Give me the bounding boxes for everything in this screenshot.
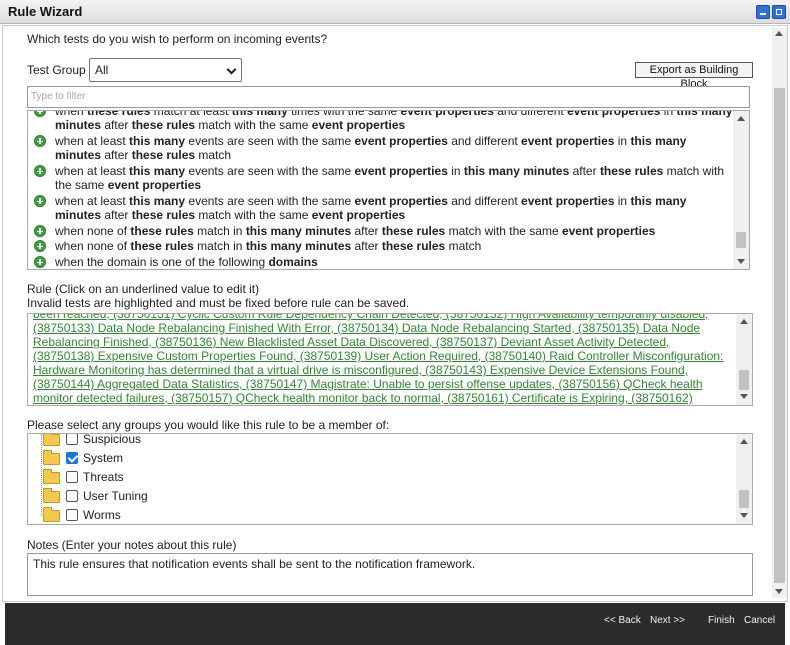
add-test-icon[interactable] [34, 225, 46, 237]
scroll-up-icon[interactable] [737, 116, 745, 121]
group-label: System [83, 451, 124, 465]
tests-list: when these rules match at least this man… [27, 110, 750, 270]
rule-scrollbar[interactable] [736, 314, 752, 405]
folder-icon [43, 434, 60, 446]
group-checkbox[interactable] [66, 452, 78, 464]
folder-icon [43, 507, 60, 522]
scroll-thumb[interactable] [739, 490, 749, 508]
scroll-down-icon[interactable] [775, 589, 783, 594]
test-group-label: Test Group [27, 63, 86, 77]
folder-icon [43, 469, 60, 484]
tree-connector [41, 434, 42, 516]
next-button[interactable]: Next >> [650, 615, 685, 626]
add-test-icon[interactable] [34, 135, 46, 147]
groups-scrollbar[interactable] [736, 434, 752, 524]
tests-question: Which tests do you wish to perform on in… [27, 32, 328, 46]
add-test-icon[interactable] [34, 111, 46, 117]
add-test-icon[interactable] [34, 195, 46, 207]
test-text: when at least this many events are seen … [55, 164, 724, 192]
groups-label: Please select any groups you would like … [27, 418, 390, 432]
tests-scrollbar[interactable] [733, 111, 749, 269]
folder-icon [43, 488, 60, 503]
groups-tree: Suspicious System Threats User Tuning Worms [27, 433, 753, 525]
rule-label: Rule (Click on an underlined value to ed… [27, 282, 410, 310]
test-text: when none of these rules match in this m… [55, 239, 482, 253]
group-label: Suspicious [83, 433, 142, 446]
add-test-icon[interactable] [34, 256, 46, 268]
back-button[interactable]: << Back [604, 615, 641, 626]
window-title: Rule Wizard [8, 4, 83, 19]
test-text: when these rules match at least this man… [55, 110, 733, 132]
add-test-icon[interactable] [34, 240, 46, 252]
cancel-button[interactable]: Cancel [744, 615, 775, 626]
chevron-down-icon [226, 64, 237, 75]
minimize-icon[interactable] [756, 5, 770, 19]
test-text: when the domain is one of the following … [55, 255, 318, 269]
add-test-icon[interactable] [34, 165, 46, 177]
rule-text-box: been reached, (38750131) Cyclic Custom R… [27, 313, 753, 406]
test-text: when none of these rules match in this m… [55, 224, 656, 238]
finish-button[interactable]: Finish [708, 615, 735, 626]
scroll-down-icon[interactable] [740, 513, 748, 518]
page-scrollbar[interactable] [772, 28, 787, 598]
test-group-select[interactable]: All [89, 58, 242, 82]
maximize-icon[interactable] [772, 5, 786, 19]
export-building-block-button[interactable]: Export as Building Block [635, 62, 753, 90]
rule-text[interactable]: been reached, (38750131) Cyclic Custom R… [33, 314, 733, 405]
test-text: when at least this many events are seen … [55, 194, 687, 222]
group-checkbox[interactable] [66, 509, 78, 521]
group-checkbox[interactable] [66, 434, 78, 445]
notes-label: Notes (Enter your notes about this rule) [27, 538, 237, 552]
test-text: when at least this many events are seen … [55, 134, 687, 162]
group-label: Worms [83, 508, 121, 522]
scroll-thumb[interactable] [774, 88, 785, 583]
scroll-down-icon[interactable] [737, 259, 745, 264]
folder-icon [43, 450, 60, 465]
group-label: User Tuning [83, 489, 148, 503]
scroll-up-icon[interactable] [775, 31, 783, 36]
group-checkbox[interactable] [66, 471, 78, 483]
test-group-value: All [95, 63, 109, 77]
scroll-down-icon[interactable] [740, 394, 748, 399]
scroll-up-icon[interactable] [740, 319, 748, 324]
group-checkbox[interactable] [66, 490, 78, 502]
notes-textarea[interactable]: This rule ensures that notification even… [27, 553, 753, 596]
title-bar: Rule Wizard [0, 0, 790, 24]
scroll-thumb[interactable] [739, 370, 749, 390]
filter-input[interactable]: Type to filter [27, 86, 750, 108]
group-label: Threats [83, 470, 124, 484]
scroll-up-icon[interactable] [740, 439, 748, 444]
scroll-thumb[interactable] [736, 232, 746, 248]
wizard-footer: << Back Next >> Finish Cancel [5, 603, 785, 645]
